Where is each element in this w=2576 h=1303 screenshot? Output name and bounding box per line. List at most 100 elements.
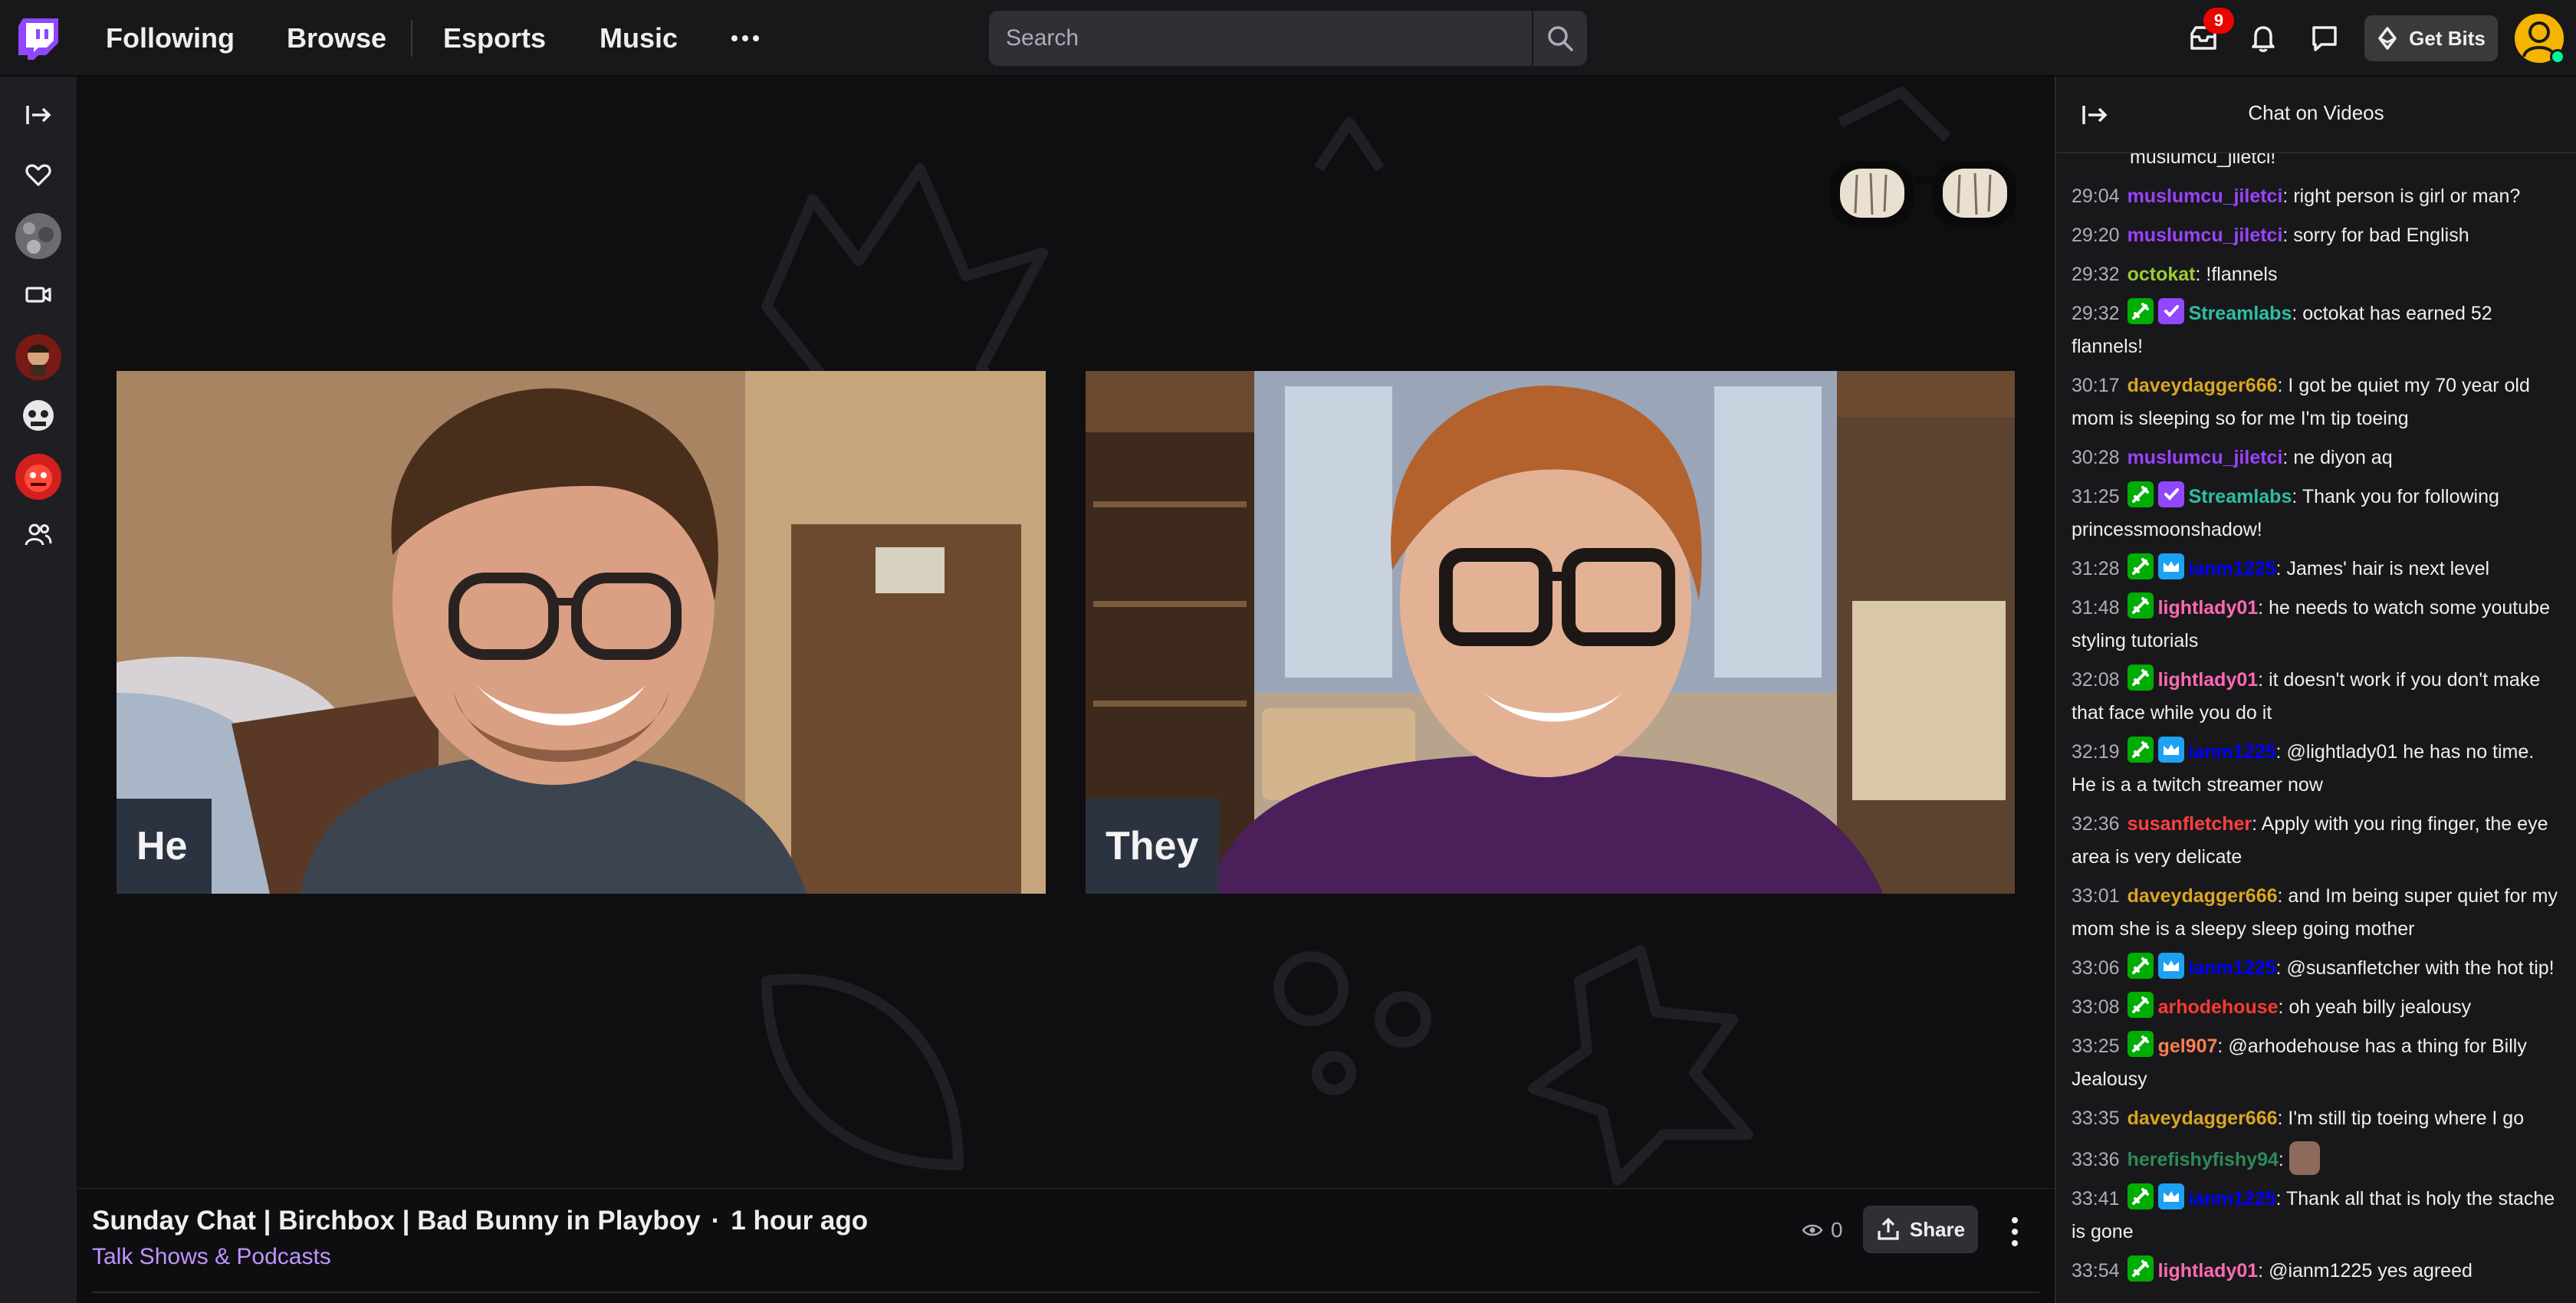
- recommended-channel-avatar[interactable]: [15, 394, 61, 440]
- more-actions-icon[interactable]: [1999, 1210, 2030, 1253]
- followed-channel-avatar[interactable]: [15, 213, 61, 259]
- chat-timestamp: 33:25: [2072, 1036, 2120, 1057]
- mod-badge-icon[interactable]: [2127, 592, 2154, 619]
- chat-message: 32:36 susanfletcher: Apply with you ring …: [2056, 805, 2576, 877]
- chat-username[interactable]: Streamlabs: [2189, 486, 2292, 507]
- chat-message-text: James' hair is next level: [2286, 558, 2490, 579]
- prime-badge-icon[interactable]: [2157, 1183, 2184, 1209]
- mod-badge-icon[interactable]: [2127, 992, 2154, 1018]
- chat-username[interactable]: susanfletcher: [2128, 813, 2252, 835]
- nav-browse[interactable]: Browse: [287, 17, 386, 60]
- chat-timestamp: 31:48: [2072, 597, 2120, 619]
- nav-following[interactable]: Following: [106, 17, 235, 60]
- chat-timestamp: 32:08: [2072, 669, 2120, 691]
- glasses-overlay-graphic: [1829, 161, 2016, 227]
- chat-message: 33:35 daveydagger666: I'm still tip toein…: [2056, 1099, 2576, 1138]
- chat-message: 31:48 lightlady01: he needs to watch some…: [2056, 589, 2576, 661]
- mod-badge-icon[interactable]: [2127, 737, 2154, 763]
- more-options-icon[interactable]: [724, 17, 767, 60]
- chat-message: 33:01 daveydagger666: and Im being super …: [2056, 877, 2576, 949]
- prime-badge-icon[interactable]: [2157, 737, 2184, 763]
- webcam-name-label: He: [117, 799, 212, 894]
- video-info-bar: Sunday Chat | Birchbox | Bad Bunny in Pl…: [77, 1188, 2055, 1303]
- chat-username[interactable]: ianm1225: [2189, 741, 2276, 763]
- verified-badge-icon[interactable]: [2157, 481, 2184, 507]
- chat-username[interactable]: muslumcu_jiletci: [2128, 225, 2283, 246]
- share-button[interactable]: Share: [1863, 1206, 1978, 1253]
- chat-emote-icon[interactable]: [2288, 1141, 2320, 1175]
- expand-sidebar-icon[interactable]: [17, 94, 60, 136]
- twitch-logo-icon[interactable]: [15, 15, 61, 61]
- chat-colon: :: [2277, 375, 2288, 396]
- mod-badge-icon[interactable]: [2127, 1183, 2154, 1209]
- eye-icon: [1802, 1224, 1823, 1236]
- find-friends-icon[interactable]: [17, 514, 60, 556]
- chat-username[interactable]: gel907: [2158, 1036, 2218, 1057]
- chat-timestamp: 30:28: [2072, 447, 2120, 468]
- followed-heart-icon[interactable]: [17, 153, 60, 196]
- chat-colon: :: [2277, 885, 2288, 907]
- video-age: 1 hour ago: [731, 1206, 869, 1236]
- nav-esports[interactable]: Esports: [443, 17, 546, 60]
- chat-username[interactable]: ianm1225: [2189, 1188, 2276, 1209]
- chat-username[interactable]: lightlady01: [2158, 597, 2259, 619]
- chat-username[interactable]: octokat: [2128, 264, 2196, 285]
- search-input[interactable]: [989, 11, 1532, 66]
- chat-message: 33:41 ianm1225: Thank all that is holy th…: [2056, 1180, 2576, 1252]
- chat-timestamp: 33:35: [2072, 1108, 2120, 1129]
- chat-username[interactable]: lightlady01: [2158, 669, 2259, 691]
- bell-icon[interactable]: [2242, 17, 2285, 60]
- prime-badge-icon[interactable]: [2157, 953, 2184, 979]
- chat-username[interactable]: muslumcu_jiletci: [2128, 185, 2283, 207]
- video-player[interactable]: He They: [77, 77, 2055, 1186]
- chat-username[interactable]: daveydagger666: [2128, 375, 2278, 396]
- chat-username[interactable]: daveydagger666: [2128, 885, 2278, 907]
- mod-badge-icon[interactable]: [2127, 1031, 2154, 1057]
- verified-badge-icon[interactable]: [2157, 298, 2184, 324]
- viewer-count: 0: [1802, 1218, 1843, 1242]
- chat-message-text: oh yeah billy jealousy: [2288, 996, 2472, 1018]
- search-button[interactable]: [1533, 11, 1587, 66]
- chat-username[interactable]: arhodehouse: [2158, 996, 2279, 1018]
- chat-username[interactable]: ianm1225: [2189, 957, 2276, 979]
- mod-badge-icon[interactable]: [2127, 1255, 2154, 1282]
- mod-badge-icon[interactable]: [2127, 481, 2154, 507]
- chat-colon: :: [2275, 741, 2287, 763]
- recommended-channel-avatar[interactable]: [15, 454, 61, 500]
- chat-message-text: right person is girl or man?: [2293, 185, 2521, 207]
- mod-badge-icon[interactable]: [2127, 953, 2154, 979]
- chat-timestamp: 29:20: [2072, 225, 2120, 246]
- chat-bubble-icon[interactable]: [2303, 17, 2346, 60]
- chat-colon: :: [2282, 185, 2294, 207]
- mod-badge-icon[interactable]: [2127, 553, 2154, 579]
- chat-username[interactable]: daveydagger666: [2128, 1108, 2278, 1129]
- chat-username[interactable]: Streamlabs: [2189, 303, 2292, 324]
- chat-colon: :: [2275, 558, 2287, 579]
- chat-message: 33:06 ianm1225: @susanfletcher with the h…: [2056, 949, 2576, 988]
- chat-username[interactable]: lightlady01: [2158, 1260, 2259, 1282]
- chat-timestamp: 33:06: [2072, 957, 2120, 979]
- mod-badge-icon[interactable]: [2127, 665, 2154, 691]
- chat-colon: :: [2282, 225, 2294, 246]
- chat-message-text: !flannels: [2206, 264, 2278, 285]
- chat-message: 33:08 arhodehouse: oh yeah billy jealousy: [2056, 988, 2576, 1027]
- chat-message: 33:25 gel907: @arhodehouse has a thing fo…: [2056, 1027, 2576, 1099]
- chat-colon: :: [2277, 1108, 2288, 1129]
- category-link[interactable]: Talk Shows & Podcasts: [92, 1244, 331, 1270]
- chat-colon: :: [2258, 597, 2269, 619]
- recommended-channel-avatar[interactable]: [15, 334, 61, 380]
- chat-message: 29:32 octokat: !flannels: [2056, 255, 2576, 294]
- chat-username[interactable]: muslumcu_jiletci: [2128, 447, 2283, 468]
- chat-username[interactable]: ianm1225: [2189, 558, 2276, 579]
- chat-colon: :: [2278, 996, 2289, 1018]
- search-bar: [989, 11, 1587, 66]
- chat-colon: :: [2275, 1188, 2286, 1209]
- mod-badge-icon[interactable]: [2127, 298, 2154, 324]
- video-camera-icon[interactable]: [17, 273, 60, 316]
- prime-badge-icon[interactable]: [2157, 553, 2184, 579]
- chat-username[interactable]: herefishyfishy94: [2128, 1149, 2279, 1170]
- top-navigation-bar: Following Browse Esports Music 9: [0, 0, 2576, 77]
- get-bits-button[interactable]: Get Bits: [2364, 15, 2498, 61]
- nav-music[interactable]: Music: [600, 17, 678, 60]
- chat-colon: :: [2282, 447, 2294, 468]
